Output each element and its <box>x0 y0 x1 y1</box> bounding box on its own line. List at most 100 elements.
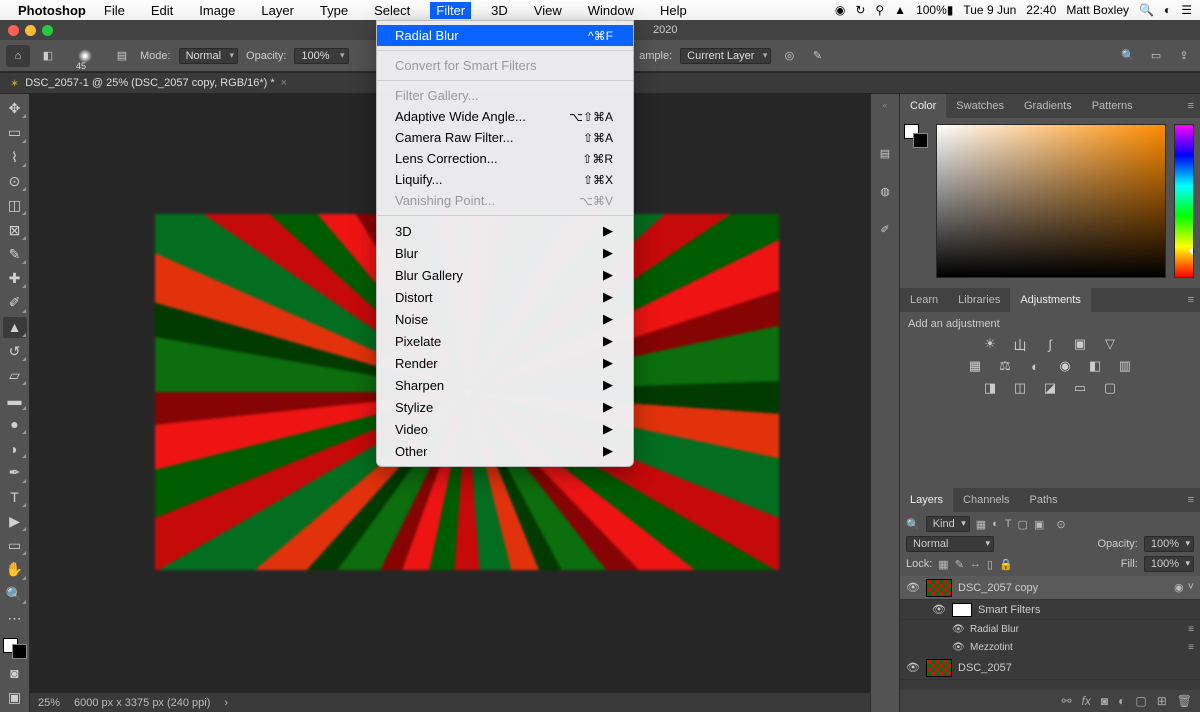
hue-slider[interactable] <box>1174 124 1194 278</box>
filter-toggle[interactable]: ⊙ <box>1056 518 1065 531</box>
filter-submenu-render[interactable]: Render▶ <box>377 352 633 374</box>
filter-submenu-blur[interactable]: Blur▶ <box>377 242 633 264</box>
shape-tool[interactable]: ▭ <box>3 535 27 556</box>
layer-blend-select[interactable]: Normal <box>906 536 994 552</box>
adj-photofilter-icon[interactable]: ◉ <box>1055 358 1075 374</box>
layer-row[interactable]: 👁DSC_2057 <box>900 656 1200 680</box>
smart-filter-item[interactable]: 👁Mezzotint≡ <box>900 638 1200 656</box>
adj-colorbalance-icon[interactable]: ⚖ <box>995 358 1015 374</box>
menu-help[interactable]: Help <box>654 2 693 19</box>
adj-channelmixer-icon[interactable]: ◧ <box>1085 358 1105 374</box>
edit-toolbar[interactable]: ⋯ <box>3 608 27 629</box>
new-adjustment-icon[interactable]: ◐ <box>1118 694 1125 708</box>
lock-artboard-icon[interactable]: ▯ <box>987 558 993 571</box>
clone-stamp-tool[interactable]: ▲ <box>3 317 27 338</box>
brush-preset-picker[interactable]: 45 <box>66 43 104 69</box>
smart-filter-item[interactable]: 👁Radial Blur≡ <box>900 620 1200 638</box>
lock-position-icon[interactable]: ↔ <box>970 558 981 570</box>
menu-edit[interactable]: Edit <box>145 2 179 19</box>
tab-patterns[interactable]: Patterns <box>1082 94 1143 118</box>
history-panel-icon[interactable]: ▤ <box>874 142 896 164</box>
adj-bw-icon[interactable]: ◐ <box>1025 358 1045 374</box>
filter-submenu-blur-gallery[interactable]: Blur Gallery▶ <box>377 264 633 286</box>
wifi-icon[interactable]: ▲ <box>894 3 906 17</box>
menu-file[interactable]: File <box>98 2 131 19</box>
filter-item-liquify-[interactable]: Liquify...⇧⌘X <box>377 169 633 190</box>
visibility-toggle[interactable]: 👁 <box>952 624 964 635</box>
panel-menu-button[interactable]: ≡ <box>1182 488 1200 512</box>
adj-brightness-icon[interactable]: ☀ <box>980 336 1000 352</box>
share-icon[interactable]: ⇪ <box>1174 46 1194 66</box>
filter-smart-icon[interactable]: ▣ <box>1034 518 1044 531</box>
layer-filter-icon[interactable]: 🔍 <box>906 518 920 531</box>
menubar-date[interactable]: Tue 9 Jun <box>963 3 1016 17</box>
adj-invert-icon[interactable]: ◨ <box>980 380 1000 396</box>
smart-filters-row[interactable]: 👁Smart Filters <box>900 600 1200 620</box>
ignore-adjustments-icon[interactable]: ◎ <box>779 46 799 66</box>
pressure-icon[interactable]: ✎ <box>807 46 827 66</box>
adj-threshold-icon[interactable]: ◪ <box>1040 380 1060 396</box>
brushes-panel-icon[interactable]: ✐ <box>874 218 896 240</box>
menu-filter[interactable]: Filter <box>430 2 471 19</box>
adj-vibrance-icon[interactable]: ▽ <box>1100 336 1120 352</box>
filter-last[interactable]: Radial Blur^⌘F <box>377 25 633 46</box>
eraser-tool[interactable]: ▱ <box>3 365 27 386</box>
visibility-toggle[interactable]: 👁 <box>932 603 946 616</box>
healing-brush-tool[interactable]: ✚ <box>3 268 27 289</box>
app-name[interactable]: Photoshop <box>18 3 86 18</box>
adj-curves-icon[interactable]: ∫ <box>1040 336 1060 352</box>
filter-expand-icon[interactable]: ˅ <box>1188 581 1194 594</box>
zoom-level[interactable]: 25% <box>38 697 60 709</box>
filter-convert-smart[interactable]: Convert for Smart Filters <box>377 55 633 76</box>
home-button[interactable]: ⌂ <box>6 45 30 67</box>
close-window-button[interactable] <box>8 25 19 36</box>
menu-layer[interactable]: Layer <box>255 2 300 19</box>
filter-blend-icon[interactable]: ≡ <box>1188 624 1200 635</box>
crop-tool[interactable]: ◫ <box>3 195 27 216</box>
quickmask-toggle[interactable]: ◙ <box>3 662 27 683</box>
filter-item-lens-correction-[interactable]: Lens Correction...⇧⌘R <box>377 148 633 169</box>
tab-color[interactable]: Color <box>900 94 946 118</box>
filter-blend-icon[interactable]: ≡ <box>1188 642 1200 653</box>
filter-submenu-3d[interactable]: 3D▶ <box>377 220 633 242</box>
quick-select-tool[interactable]: ⊙ <box>3 171 27 192</box>
path-select-tool[interactable]: ▶ <box>3 511 27 532</box>
filter-submenu-distort[interactable]: Distort▶ <box>377 286 633 308</box>
layer-row[interactable]: 👁DSC_2057 copy◉˅ <box>900 576 1200 600</box>
time-machine-icon[interactable]: ↻ <box>855 3 865 17</box>
filter-item-camera-raw-filter-[interactable]: Camera Raw Filter...⇧⌘A <box>377 127 633 148</box>
panel-menu-button[interactable]: ≡ <box>1182 288 1200 312</box>
dodge-tool[interactable]: ◗ <box>3 438 27 459</box>
layer-opacity-select[interactable]: 100% <box>1144 536 1194 552</box>
tab-channels[interactable]: Channels <box>953 488 1019 512</box>
spotlight-icon[interactable]: 🔍 <box>1139 3 1154 17</box>
tab-paths[interactable]: Paths <box>1020 488 1068 512</box>
marquee-tool[interactable]: ▭ <box>3 122 27 143</box>
adj-levels-icon[interactable]: ⼭ <box>1010 336 1030 352</box>
minimize-window-button[interactable] <box>25 25 36 36</box>
tool-preset-picker[interactable]: ◧ <box>38 46 58 66</box>
layer-filter-kind[interactable]: Kind <box>926 516 970 532</box>
cc-status-icon[interactable]: ◉ <box>835 3 845 17</box>
opacity-select[interactable]: 100% <box>294 48 348 64</box>
menubar-time[interactable]: 22:40 <box>1026 3 1056 17</box>
menu-window[interactable]: Window <box>582 2 640 19</box>
layer-mask-icon[interactable]: ◙ <box>1101 694 1108 708</box>
filter-item-adaptive-wide-angle-[interactable]: Adaptive Wide Angle...⌥⇧⌘A <box>377 106 633 127</box>
adj-colorlookup-icon[interactable]: ▥ <box>1115 358 1135 374</box>
layer-fx-icon[interactable]: fx <box>1082 694 1091 708</box>
pen-tool[interactable]: ✒ <box>3 462 27 483</box>
link-layers-icon[interactable]: ⚯ <box>1061 694 1071 708</box>
tab-swatches[interactable]: Swatches <box>946 94 1014 118</box>
notification-center-icon[interactable]: ☰ <box>1181 3 1192 17</box>
lock-all-icon[interactable]: 🔒 <box>999 558 1013 571</box>
panel-menu-button[interactable]: ≡ <box>1182 94 1200 118</box>
filter-submenu-other[interactable]: Other▶ <box>377 440 633 462</box>
eyedropper-tool[interactable]: ✎ <box>3 244 27 265</box>
properties-panel-icon[interactable]: ◍ <box>874 180 896 202</box>
adj-exposure-icon[interactable]: ▣ <box>1070 336 1090 352</box>
gradient-tool[interactable]: ▬ <box>3 389 27 410</box>
filter-submenu-noise[interactable]: Noise▶ <box>377 308 633 330</box>
filter-type-icon[interactable]: T <box>1005 518 1012 530</box>
search-icon[interactable]: 🔍 <box>1118 46 1138 66</box>
